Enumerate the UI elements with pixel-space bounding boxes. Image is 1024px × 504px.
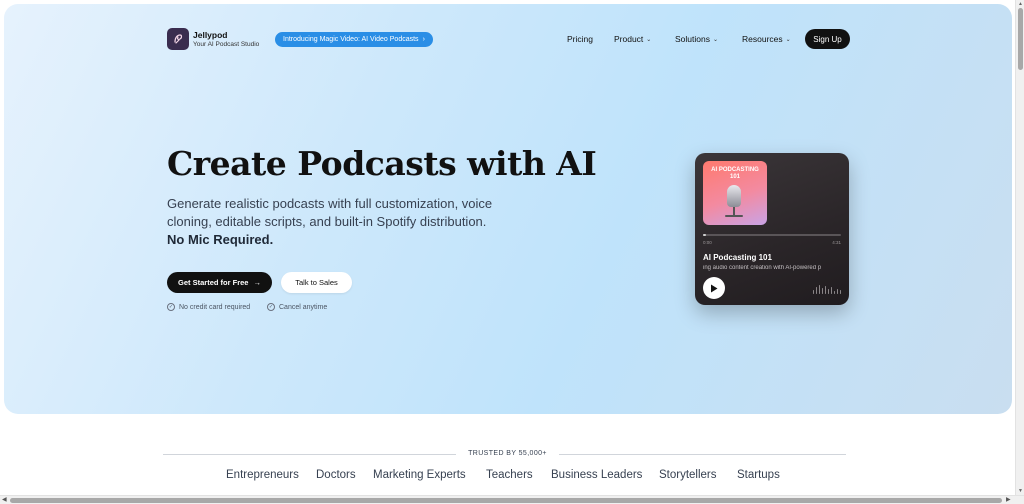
check-circle-icon: ✓ [267,303,275,311]
nav-resources-label: Resources [742,34,783,44]
brand-name[interactable]: Jellypod [193,30,227,40]
nav-resources[interactable]: Resources ⌄ [742,34,791,44]
nav-product[interactable]: Product ⌄ [614,34,651,44]
chevron-down-icon: ⌄ [712,36,718,43]
waveform-bar [818,285,820,294]
audience-teachers: Teachers [486,469,533,481]
nav-pricing-label: Pricing [567,34,593,44]
no-credit-card-label: No credit card required [179,303,251,311]
audience-marketing-experts: Marketing Experts [373,469,466,481]
audience-business-leaders: Business Leaders [551,469,643,481]
no-credit-card-note: ✓ No credit card required [167,303,250,311]
waveform-bar [836,289,838,294]
microphone-stand [733,207,735,215]
promo-label: Introducing Magic Video: AI Video Podcas… [283,36,419,43]
chevron-right-icon: › [422,36,425,43]
waveform-icon [812,282,841,294]
playback-progress-bar[interactable] [703,234,841,236]
hero-highlight: No Mic Required. [167,232,274,247]
nav-solutions[interactable]: Solutions ⌄ [675,34,718,44]
check-circle-icon: ✓ [167,303,175,311]
waveform-bar [821,288,823,294]
scroll-right-icon[interactable]: ▶ [1006,496,1011,503]
time-total: 4:31 [832,240,841,245]
waveform-bar [839,290,841,294]
cancel-anytime-label: Cancel anytime [279,303,328,311]
sign-up-button[interactable]: Sign Up [805,29,850,49]
promo-banner-link[interactable]: Introducing Magic Video: AI Video Podcas… [275,32,433,47]
vertical-scrollbar[interactable]: ▲ ▼ [1015,0,1024,495]
vertical-scroll-thumb[interactable] [1018,8,1023,70]
scroll-up-icon[interactable]: ▲ [1018,1,1023,7]
brand-tagline: Your AI Podcast Studio [193,41,260,48]
get-started-label: Get Started for Free [178,278,249,287]
episode-subtitle: ing audio content creation with AI-power… [703,265,822,271]
nav-product-label: Product [614,34,644,44]
waveform-bar [812,290,814,294]
hero-section: Jellypod Your AI Podcast Studio Introduc… [4,4,1012,414]
podcast-player-card: AI PODCASTING 101 0:00 4:31 AI Podcastin… [695,153,849,305]
waveform-bar [830,287,832,294]
playback-progress-fill [703,234,706,236]
microphone-icon [727,185,741,207]
trusted-by-text: TRUSTED BY 55,000+ [460,450,555,457]
cover-number: 101 [729,174,740,180]
horizontal-scroll-thumb[interactable] [10,498,1002,503]
play-button[interactable] [703,277,725,299]
play-icon [711,284,718,292]
trusted-by-label: TRUSTED BY 55,000+ [0,450,1015,457]
hero-description: Generate realistic podcasts with full cu… [167,196,493,229]
podcast-cover-art: AI PODCASTING 101 [703,161,767,225]
audience-startups: Startups [737,469,780,481]
arrow-right-icon: → [253,278,261,287]
jellypod-logo-icon[interactable] [167,28,189,50]
horizontal-scrollbar[interactable]: ◀ ▶ [0,495,1024,504]
scroll-down-icon[interactable]: ▼ [1018,488,1023,494]
chevron-down-icon: ⌄ [785,36,791,43]
nav-pricing[interactable]: Pricing [567,34,593,44]
audience-storytellers: Storytellers [659,469,717,481]
get-started-button[interactable]: Get Started for Free → [167,272,272,293]
waveform-bar [824,286,826,294]
nav-solutions-label: Solutions [675,34,710,44]
audience-doctors: Doctors [316,469,356,481]
audience-entrepreneurs: Entrepreneurs [226,469,299,481]
time-elapsed: 0:00 [703,240,712,245]
microphone-base [725,215,743,217]
waveform-bar [815,287,817,294]
hero-title: Create Podcasts with AI [167,144,597,183]
cover-title: AI PODCASTING [711,167,759,173]
talk-to-sales-button[interactable]: Talk to Sales [281,272,352,293]
cancel-anytime-note: ✓ Cancel anytime [267,303,327,311]
episode-title: AI Podcasting 101 [703,253,772,262]
waveform-bar [833,291,835,294]
waveform-bar [827,289,829,294]
chevron-down-icon: ⌄ [646,36,652,43]
scroll-left-icon[interactable]: ◀ [2,496,7,503]
